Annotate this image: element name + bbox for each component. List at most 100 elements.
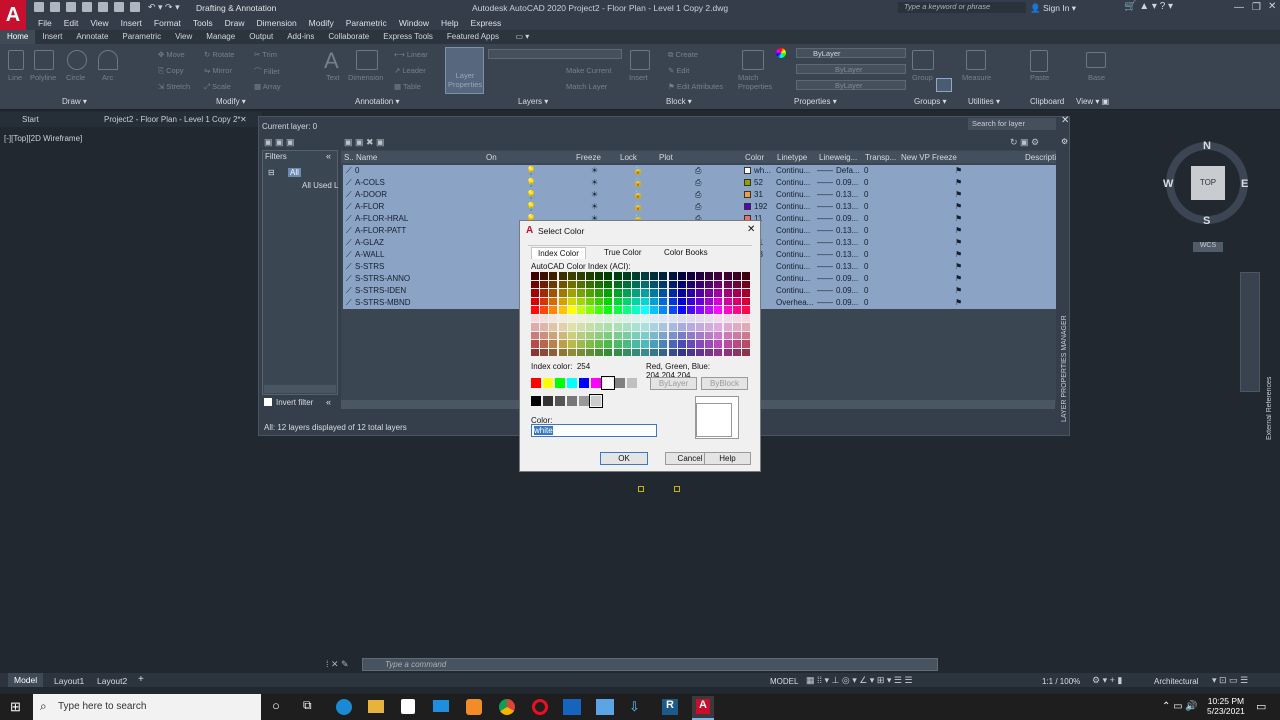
aci-swatch[interactable] <box>732 289 741 297</box>
aci-swatch[interactable] <box>696 297 705 305</box>
aci-swatch[interactable] <box>659 306 668 314</box>
panel-draw[interactable]: Draw ▾ <box>62 97 87 106</box>
aci-swatch[interactable] <box>567 340 576 348</box>
filter-all[interactable]: All <box>288 168 301 177</box>
grip-handle[interactable] <box>638 486 644 492</box>
minimize-button[interactable]: — <box>1234 2 1244 13</box>
aci-swatch[interactable] <box>650 306 659 314</box>
menu-tools[interactable]: Tools <box>193 16 213 30</box>
gray-color-swatch[interactable] <box>531 396 541 406</box>
lpm-close-icon[interactable]: ✕ <box>1061 115 1069 126</box>
aci-swatch[interactable] <box>540 314 549 322</box>
aci-swatch[interactable] <box>567 323 576 331</box>
aci-swatch[interactable] <box>659 331 668 339</box>
aci-swatch[interactable] <box>696 306 705 314</box>
aci-swatch[interactable] <box>567 348 576 356</box>
aci-swatch[interactable] <box>540 323 549 331</box>
close-button[interactable]: ✕ <box>1268 1 1276 12</box>
array-tool[interactable]: ▦ Array <box>254 82 281 91</box>
rotate-tool[interactable]: ↻ Rotate <box>204 50 234 59</box>
aci-swatch[interactable] <box>595 297 604 305</box>
layer-freeze-icon[interactable]: ☀ <box>591 178 598 187</box>
layer-lineweight-line[interactable]: —— <box>817 274 833 283</box>
lineweight-dropdown[interactable]: ByLayer <box>796 64 906 74</box>
aci-swatch[interactable] <box>650 297 659 305</box>
aci-swatch[interactable] <box>705 272 714 280</box>
menu-dimension[interactable]: Dimension <box>257 16 297 30</box>
command-line[interactable] <box>362 658 938 671</box>
aci-swatch[interactable] <box>696 289 705 297</box>
layout-tab-1[interactable]: Layout1 <box>54 676 84 686</box>
aci-swatch[interactable] <box>705 331 714 339</box>
measure-icon[interactable] <box>966 50 986 70</box>
fillet-tool[interactable]: ⌒ Fillet <box>254 66 279 77</box>
menu-express[interactable]: Express <box>471 16 502 30</box>
aci-swatch[interactable] <box>595 323 604 331</box>
aci-swatch[interactable] <box>686 331 695 339</box>
aci-swatch[interactable] <box>650 314 659 322</box>
aci-swatch[interactable] <box>549 306 558 314</box>
aci-swatch[interactable] <box>696 331 705 339</box>
workspace-selector[interactable]: Drafting & Annotation <box>196 3 276 13</box>
standard-color-swatch[interactable] <box>615 378 625 388</box>
tab-addins[interactable]: Add-ins <box>280 30 321 44</box>
layer-lineweight-line[interactable]: —— <box>817 298 833 307</box>
aci-swatch[interactable] <box>586 340 595 348</box>
ribbon-toggle-icon[interactable]: ▭ ▾ <box>508 30 536 44</box>
aci-swatch[interactable] <box>604 323 613 331</box>
system-tray-icons[interactable]: ⌃ ▭ 🔊 <box>1162 701 1198 712</box>
aci-swatch[interactable] <box>641 306 650 314</box>
scale-tool[interactable]: ⤢ Scale <box>204 82 231 92</box>
aci-swatch[interactable] <box>677 272 686 280</box>
layer-lineweight-line[interactable]: —— <box>817 190 833 199</box>
status-menu-icons[interactable]: ▾ ⊡ ▭ ☰ <box>1212 675 1248 686</box>
layer-lineweight-line[interactable]: —— <box>817 166 833 175</box>
layer-status-icon[interactable]: ⟋ <box>346 274 352 284</box>
make-current-label[interactable]: Make Current <box>566 66 611 75</box>
aci-swatch[interactable] <box>604 289 613 297</box>
aci-swatch[interactable] <box>576 340 585 348</box>
compass-s[interactable]: S <box>1203 215 1210 227</box>
aci-swatch[interactable] <box>576 348 585 356</box>
tab-express-tools[interactable]: Express Tools <box>376 30 440 44</box>
aci-swatch[interactable] <box>696 340 705 348</box>
aci-swatch[interactable] <box>741 272 750 280</box>
tab-featured-apps[interactable]: Featured Apps <box>440 30 506 44</box>
external-references-tab[interactable]: External References <box>1266 360 1276 440</box>
color-bylayer-dropdown[interactable]: ByLayer <box>796 48 906 58</box>
tab-drawing[interactable]: Project2 - Floor Plan - Level 1 Copy 2* <box>104 115 241 124</box>
layer-vp-freeze-icon[interactable]: ⚑ <box>955 286 962 295</box>
layer-dropdown[interactable] <box>488 49 622 59</box>
aci-swatch[interactable] <box>705 280 714 288</box>
aci-swatch[interactable] <box>686 272 695 280</box>
aci-swatch[interactable] <box>714 340 723 348</box>
layer-vp-freeze-icon[interactable]: ⚑ <box>955 214 962 223</box>
aci-swatch[interactable] <box>686 289 695 297</box>
aci-swatch[interactable] <box>540 297 549 305</box>
aci-swatch[interactable] <box>613 272 622 280</box>
panel-layers[interactable]: Layers ▾ <box>518 97 548 106</box>
drafting-tools-icons[interactable]: ▦ ⁞⁞ ▾ ⊥ ◎ ▾ ∠ ▾ ⊞ ▾ ☰ ☰ <box>806 675 913 686</box>
menu-parametric[interactable]: Parametric <box>346 16 387 30</box>
aci-swatch[interactable] <box>659 348 668 356</box>
model-space-button[interactable]: MODEL <box>770 677 798 686</box>
layer-status-icon[interactable]: ⟋ <box>346 238 352 248</box>
aci-swatch[interactable] <box>741 314 750 322</box>
invert-filter-checkbox[interactable] <box>264 398 272 406</box>
copy-tool[interactable]: ⎘ Copy <box>158 66 184 76</box>
aci-swatch[interactable] <box>558 280 567 288</box>
col-linetype[interactable]: Linetype <box>777 153 807 162</box>
aci-swatch[interactable] <box>723 272 732 280</box>
aci-swatch[interactable] <box>723 280 732 288</box>
layer-status-icon[interactable]: ⟋ <box>346 298 352 308</box>
aci-swatch[interactable] <box>741 306 750 314</box>
aci-swatch[interactable] <box>595 280 604 288</box>
layer-search-input[interactable]: Search for layer <box>968 118 1056 130</box>
autocad-logo-icon[interactable]: A <box>0 0 26 30</box>
aci-swatch[interactable] <box>604 297 613 305</box>
aci-swatch[interactable] <box>631 297 640 305</box>
menu-view[interactable]: View <box>90 16 108 30</box>
save-icon[interactable] <box>66 2 76 12</box>
opera-icon[interactable] <box>532 699 548 715</box>
layout-tab-model[interactable]: Model <box>8 673 44 687</box>
